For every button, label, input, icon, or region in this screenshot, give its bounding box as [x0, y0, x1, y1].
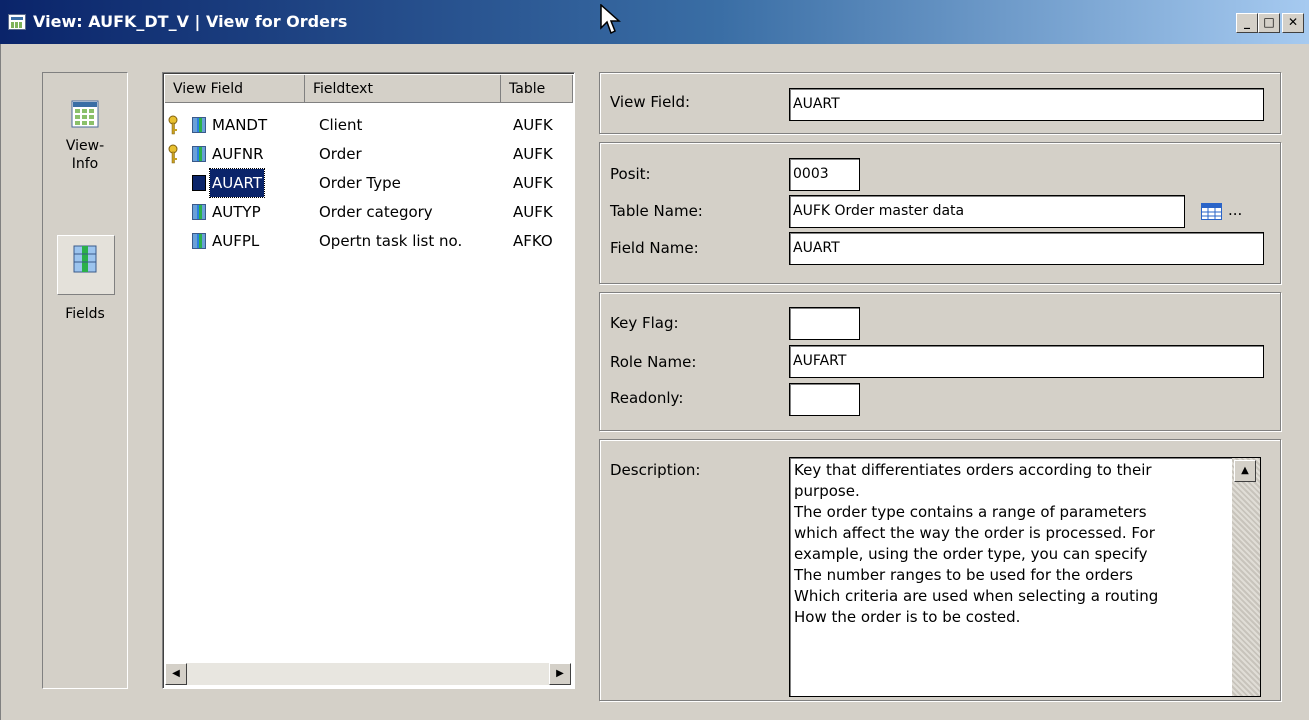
field-name-label: Field Name:	[610, 239, 699, 257]
row-fieldtext: Order category	[319, 203, 433, 221]
row-view-field: AUFNR	[212, 145, 264, 163]
readonly-label: Readonly:	[610, 389, 684, 407]
row-fieldtext: Order Type	[319, 174, 401, 192]
row-view-field: AUTYP	[212, 203, 261, 221]
role-name-label: Role Name:	[610, 353, 697, 371]
description-label: Description:	[610, 461, 701, 479]
nav-view-info[interactable]: View- Info	[57, 99, 113, 173]
row-fieldtext: Opertn task list no.	[319, 232, 463, 250]
table-name-label: Table Name:	[610, 202, 703, 220]
minimize-button[interactable]: _	[1236, 13, 1258, 33]
row-table: AUFK	[513, 116, 553, 134]
field-icon	[192, 117, 206, 133]
window-title: View: AUFK_DT_V | View for Orders	[33, 12, 348, 31]
row-view-field: AUART	[209, 168, 265, 198]
description-textarea[interactable]: Key that differentiates orders according…	[789, 457, 1261, 697]
title-bar[interactable]: View: AUFK_DT_V | View for Orders _ □ ✕	[0, 0, 1309, 44]
table-grid-icon[interactable]	[1201, 203, 1223, 221]
field-icon	[192, 146, 206, 162]
table-name-input[interactable]: AUFK Order master data	[789, 195, 1185, 228]
list-row[interactable]: AUFNR Order AUFK	[165, 140, 573, 168]
role-name-input[interactable]: AUFART	[789, 345, 1264, 378]
description-vertical-scrollbar[interactable]: ▲	[1232, 458, 1260, 696]
row-table: AFKO	[513, 232, 553, 250]
fields-list[interactable]: View Field Fieldtext Table MANDT Client …	[162, 72, 575, 689]
scroll-left-button[interactable]: ◀	[165, 663, 187, 685]
list-row[interactable]: AUTYP Order category AUFK	[165, 198, 573, 226]
field-icon	[192, 233, 206, 249]
list-row[interactable]: AUFPL Opertn task list no. AFKO	[165, 227, 573, 255]
mouse-cursor-icon	[600, 4, 621, 35]
scroll-right-button[interactable]: ▶	[549, 663, 571, 685]
field-name-input[interactable]: AUART	[789, 232, 1264, 265]
fields-icon	[73, 245, 97, 273]
group-field-location: Posit: 0003 Table Name: AUFK Order maste…	[599, 142, 1281, 284]
row-fieldtext: Order	[319, 145, 362, 163]
scroll-up-button[interactable]: ▲	[1234, 460, 1256, 482]
group-field-attributes: Key Flag: Role Name: AUFART Readonly:	[599, 292, 1281, 431]
column-header-fieldtext[interactable]: Fieldtext	[305, 75, 501, 103]
row-table: AUFK	[513, 174, 553, 192]
column-header-table[interactable]: Table	[501, 75, 573, 103]
group-view-field: View Field: AUART	[599, 72, 1281, 134]
row-view-field: MANDT	[212, 116, 268, 134]
table-grid-icon	[71, 100, 99, 128]
row-view-field: AUFPL	[212, 232, 260, 250]
window-icon	[8, 14, 26, 30]
nav-view-info-label: View- Info	[65, 138, 105, 172]
field-icon	[192, 175, 206, 191]
posit-input[interactable]: 0003	[789, 158, 860, 191]
description-text: Key that differentiates orders according…	[794, 461, 1159, 626]
nav-fields-label: Fields	[65, 306, 105, 322]
table-name-more-button[interactable]: ...	[1228, 201, 1242, 219]
restore-button[interactable]: □	[1258, 13, 1280, 33]
row-table: AUFK	[513, 145, 553, 163]
list-row[interactable]: MANDT Client AUFK	[165, 111, 573, 139]
key-icon	[168, 144, 178, 164]
key-flag-label: Key Flag:	[610, 314, 679, 332]
key-flag-input[interactable]	[789, 307, 860, 340]
list-row-selected[interactable]: AUART Order Type AUFK	[165, 168, 573, 198]
nav-fields[interactable]: Fields	[57, 243, 113, 323]
view-field-input[interactable]: AUART	[789, 88, 1264, 121]
left-navigation: View- Info Fields	[42, 72, 128, 689]
posit-label: Posit:	[610, 165, 651, 183]
row-fieldtext: Client	[319, 116, 363, 134]
row-table: AUFK	[513, 203, 553, 221]
field-icon	[192, 204, 206, 220]
view-field-label: View Field:	[610, 93, 691, 111]
key-icon	[168, 115, 178, 135]
horizontal-scrollbar[interactable]: ◀ ▶	[165, 663, 571, 685]
close-button[interactable]: ✕	[1282, 13, 1304, 33]
group-description: Description: Key that differentiates ord…	[599, 439, 1281, 701]
column-header-view-field[interactable]: View Field	[165, 75, 305, 103]
readonly-input[interactable]	[789, 383, 860, 416]
